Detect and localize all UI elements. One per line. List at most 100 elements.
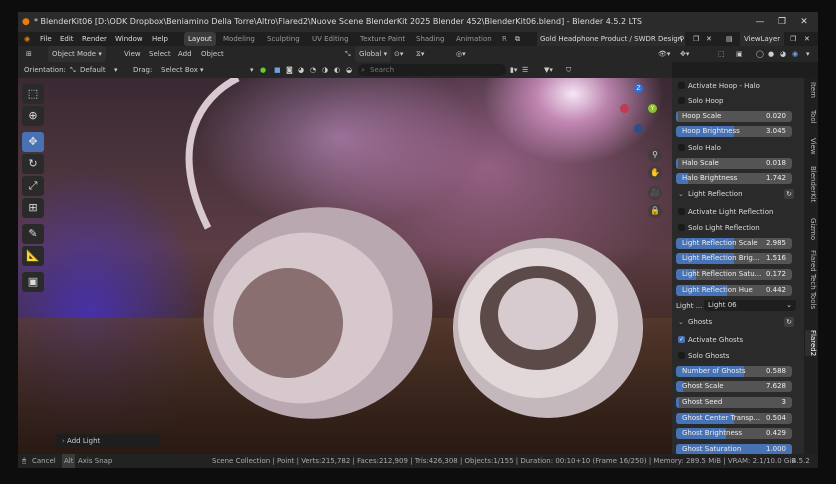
camera-view-icon[interactable]: 🎥 [648, 186, 662, 200]
activate-ghosts-checkbox[interactable]: ✓ Activate Ghosts [676, 334, 794, 346]
sidebar-tab-blenderkit[interactable]: BlenderKit [805, 166, 817, 202]
menu-file[interactable]: File [40, 32, 52, 46]
object-menu[interactable]: Object [201, 46, 224, 62]
tab-more[interactable]: R [502, 32, 507, 46]
pan-hand-icon[interactable]: ✋ [648, 166, 662, 180]
solo-light-reflection-checkbox[interactable]: Solo Light Reflection [676, 222, 794, 234]
hoop-scale-slider[interactable]: Hoop Scale 0.020 [676, 111, 792, 122]
gizmo-toggle-icon[interactable]: ✥▾ [680, 46, 689, 62]
overlay-toggle-icon[interactable]: ⬚ [718, 46, 725, 62]
measure-tool-icon[interactable]: 📐 [22, 246, 44, 266]
transform-orientation-icon[interactable]: ⤡ [345, 46, 351, 62]
move-tool-icon[interactable]: ✥ [22, 132, 44, 152]
zoom-icon[interactable]: ⚲ [648, 148, 662, 162]
menu-window[interactable]: Window [115, 32, 143, 46]
search-input[interactable]: ⌕ Search [358, 64, 506, 76]
sidebar-tab-gizmo[interactable]: Gizmo [805, 218, 817, 240]
new-view-layer-icon[interactable]: ❐ [790, 32, 796, 46]
lock-icon[interactable]: 🔒 [648, 204, 662, 218]
activate-light-reflection-checkbox[interactable]: Activate Light Reflection [676, 206, 794, 218]
xray-toggle-icon[interactable]: ▣ [736, 46, 743, 62]
tab-uv-editing[interactable]: UV Editing [312, 32, 349, 46]
delete-view-layer-icon[interactable]: ✕ [804, 32, 810, 46]
solo-ghosts-checkbox[interactable]: Solo Ghosts [676, 350, 794, 362]
sidebar-tab-flared-tech-tools[interactable]: Flared Tech Tools [805, 250, 817, 309]
blender-menu-icon[interactable]: ◉ [24, 32, 30, 46]
filter-other-icon[interactable]: ◐ [334, 62, 340, 78]
ghost-brightness-slider[interactable]: Ghost Brightness 0.429 [676, 428, 792, 439]
filter-light-icon[interactable]: ◔ [310, 62, 316, 78]
annotate-tool-icon[interactable]: ✎ [22, 224, 44, 244]
close-button[interactable]: ✕ [794, 12, 814, 32]
menu-render[interactable]: Render [82, 32, 107, 46]
gizmo-z-axis-icon[interactable]: Z [634, 84, 643, 93]
ghost-scale-slider[interactable]: Ghost Scale 7.628 [676, 381, 792, 392]
sidebar-tab-view[interactable]: View [805, 138, 817, 155]
view-menu[interactable]: View [124, 46, 141, 62]
halo-scale-slider[interactable]: Halo Scale 0.018 [676, 158, 792, 169]
solo-hoop-checkbox[interactable]: Solo Hoop [676, 95, 794, 107]
scene-name[interactable]: Gold Headphone Product / SWDR Design [537, 32, 686, 46]
ghosts-section-header[interactable]: ⌄ Ghosts ↻ [676, 315, 794, 329]
drag-select[interactable]: Select Box [161, 62, 198, 78]
scale-tool-icon[interactable]: ⤢ [22, 176, 44, 196]
orientation-select[interactable]: Default [80, 62, 106, 78]
shield-icon[interactable]: ⛉ [566, 62, 571, 78]
mode-select[interactable]: Object Mode ▾ [48, 46, 106, 62]
halo-brightness-slider[interactable]: Halo Brightness 1.742 [676, 173, 792, 184]
tab-texture-paint[interactable]: Texture Paint [360, 32, 405, 46]
shading-options-icon[interactable]: ▾ [806, 46, 810, 62]
orientation-chevron-down-icon[interactable]: ▾ [114, 62, 118, 78]
reset-icon[interactable]: ↻ [784, 317, 794, 327]
overlay-chevron-icon[interactable]: ▾ [250, 62, 254, 78]
shading-solid-icon[interactable]: ● [768, 46, 774, 62]
sidebar-tab-flared2[interactable]: Flared2 [805, 330, 817, 357]
pivot-icon[interactable]: ⊙▾ [394, 46, 403, 62]
light-reflection-section-header[interactable]: ⌄ Light Reflection ↻ [676, 187, 794, 201]
editor-type-icon[interactable]: ⊞ [26, 46, 32, 62]
light-reflection-hue-slider[interactable]: Light Reflection Hue 0.442 [676, 285, 792, 296]
ghost-seed-slider[interactable]: Ghost Seed 3 [676, 397, 792, 408]
drag-chevron-down-icon[interactable]: ▾ [200, 62, 204, 78]
sidebar-tab-item[interactable]: Item [805, 82, 817, 98]
tab-layout[interactable]: Layout [184, 32, 216, 46]
tab-modeling[interactable]: Modeling [223, 32, 255, 46]
proportional-edit-icon[interactable]: ◎▾ [456, 46, 466, 62]
visibility-icon[interactable]: 👁▾ [658, 46, 670, 62]
light-reflection-scale-slider[interactable]: Light Reflection Scale 2.985 [676, 238, 792, 249]
tab-sculpting[interactable]: Sculpting [267, 32, 300, 46]
hoop-brightness-slider[interactable]: Hoop Brightness 3.045 [676, 126, 792, 137]
filter-mesh-icon[interactable]: ◙ [286, 62, 293, 78]
shading-rendered-icon[interactable]: ◉ [792, 46, 798, 62]
shading-wireframe-icon[interactable]: ◯ [756, 46, 764, 62]
solo-halo-checkbox[interactable]: Solo Halo [676, 142, 794, 154]
activate-hoop-checkbox[interactable]: Activate Hoop - Halo [676, 80, 794, 92]
filter-camera-icon[interactable]: ◑ [322, 62, 328, 78]
new-scene-icon[interactable]: ❐ [693, 32, 699, 46]
light-reflection-saturation-slider[interactable]: Light Reflection Satu... 0.172 [676, 269, 792, 280]
minimize-button[interactable]: — [750, 12, 770, 32]
tab-animation[interactable]: Animation [456, 32, 492, 46]
cursor-tool-icon[interactable]: ⊕ [22, 106, 44, 126]
transform-tool-icon[interactable]: ⊞ [22, 198, 44, 218]
ghost-center-transparency-slider[interactable]: Ghost Center Transp... 0.504 [676, 413, 792, 424]
add-menu[interactable]: Add [178, 46, 192, 62]
pin-icon[interactable]: ⚲ [679, 32, 684, 46]
tasks-icon[interactable]: ☰ [522, 62, 528, 78]
3d-viewport[interactable]: ⬚ ⊕ ✥ ↻ ⤢ ⊞ ✎ 📐 ▣ Z Y ⚲ ✋ 🎥 🔒 › Add Ligh… [18, 78, 672, 454]
scene-icon[interactable]: ⧉ [515, 32, 520, 46]
sidebar-tab-tool[interactable]: Tool [805, 110, 817, 124]
select-menu[interactable]: Select [149, 46, 171, 62]
transform-orientation-select[interactable]: Global ▾ [355, 46, 392, 62]
navigation-gizmo[interactable]: Z Y [612, 84, 662, 144]
number-of-ghosts-slider[interactable]: Number of Ghosts 0.588 [676, 366, 792, 377]
view-layer-icon[interactable]: ▤ [726, 32, 733, 46]
menu-help[interactable]: Help [152, 32, 168, 46]
funnel-icon[interactable]: ▼▾ [544, 62, 553, 78]
menu-edit[interactable]: Edit [60, 32, 74, 46]
delete-scene-icon[interactable]: ✕ [706, 32, 712, 46]
maximize-button[interactable]: ❐ [772, 12, 792, 32]
ghost-saturation-slider[interactable]: Ghost Saturation 1.000 [676, 444, 792, 454]
filter-object-icon[interactable]: ■ [274, 62, 281, 78]
light-reflection-brightness-slider[interactable]: Light Reflection Brig... 1.516 [676, 253, 792, 264]
